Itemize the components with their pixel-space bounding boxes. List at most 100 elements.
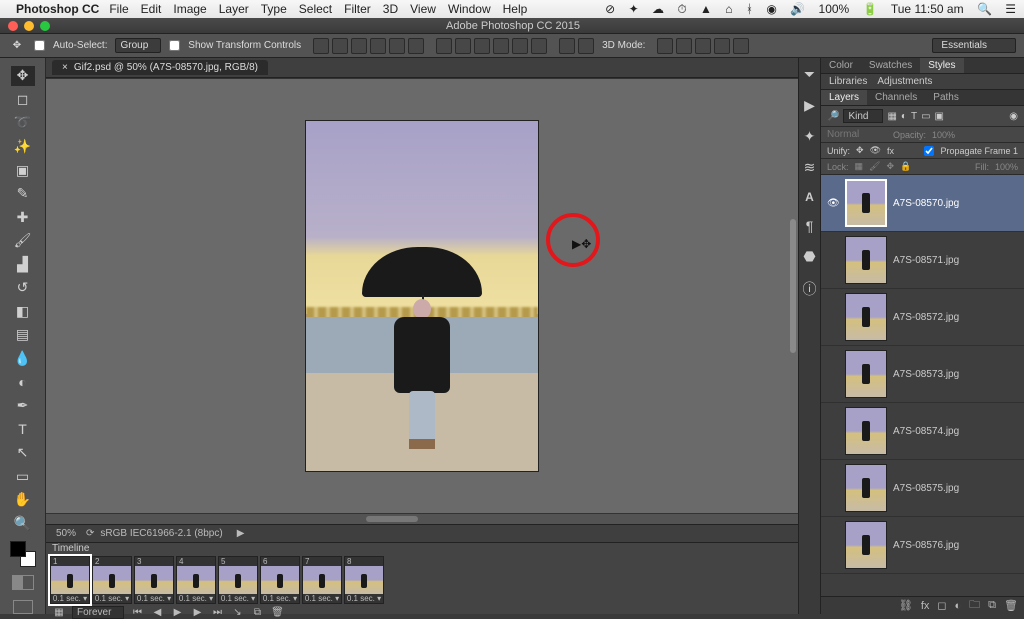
eyedropper-tool[interactable]: ✎ xyxy=(11,184,35,204)
menu-extra-icon[interactable]: ✦ xyxy=(629,2,639,16)
timeline-frame[interactable]: 30.1 sec. ▾ xyxy=(134,556,174,604)
first-frame-button[interactable]: ⏮ xyxy=(130,607,144,618)
delete-layer-icon[interactable]: 🗑 xyxy=(1004,599,1018,612)
last-frame-button[interactable]: ⏭ xyxy=(210,607,224,618)
align-button[interactable] xyxy=(313,38,329,54)
tween-button[interactable]: ↘ xyxy=(230,607,244,618)
menu-type[interactable]: Type xyxy=(261,2,287,16)
battery-percent[interactable]: 100% xyxy=(819,2,850,16)
volume-icon[interactable]: 🔊 xyxy=(790,2,805,16)
fullscreen-window-button[interactable] xyxy=(40,21,50,31)
fg-bg-color[interactable] xyxy=(10,541,36,566)
unify-position-icon[interactable]: ✥ xyxy=(856,145,864,156)
timeline-frame[interactable]: 50.1 sec. ▾ xyxy=(218,556,258,604)
layer-row[interactable]: A7S-08573.jpg xyxy=(821,346,1024,403)
timeline-frame[interactable]: 80.1 sec. ▾ xyxy=(344,556,384,604)
new-group-icon[interactable]: 🗀 xyxy=(969,596,980,615)
align-button[interactable] xyxy=(351,38,367,54)
dodge-tool[interactable]: ◐ xyxy=(11,372,35,392)
menu-image[interactable]: Image xyxy=(173,2,206,16)
bluetooth-icon[interactable]: ᚼ xyxy=(746,2,753,16)
stamp-tool[interactable]: ▟ xyxy=(11,255,35,275)
timeline-convert-icon[interactable]: ▦ xyxy=(52,607,66,618)
show-transform-checkbox[interactable] xyxy=(169,40,180,51)
info-panel-icon[interactable]: ⓘ xyxy=(803,279,817,299)
screen-mode-toggle[interactable] xyxy=(13,600,33,614)
auto-select-mode-dropdown[interactable]: Group xyxy=(115,38,161,53)
next-frame-button[interactable]: ▶ xyxy=(190,607,204,618)
distribute-button[interactable] xyxy=(436,38,452,54)
align-button[interactable] xyxy=(370,38,386,54)
horizontal-scrollbar[interactable] xyxy=(46,514,798,524)
new-layer-icon[interactable]: ⧉ xyxy=(988,599,996,612)
move-tool[interactable]: ✥ xyxy=(11,66,35,86)
filter-type-icon[interactable]: T xyxy=(911,111,917,122)
close-window-button[interactable] xyxy=(8,21,18,31)
minimize-window-button[interactable] xyxy=(24,21,34,31)
tab-adjustments[interactable]: Adjustments xyxy=(877,76,932,87)
timeline-frame[interactable]: 70.1 sec. ▾ xyxy=(302,556,342,604)
align-button[interactable] xyxy=(332,38,348,54)
distribute-button[interactable] xyxy=(474,38,490,54)
filter-kind-dropdown[interactable]: Kind xyxy=(843,109,883,123)
move-tool-icon[interactable]: ✥ xyxy=(8,37,26,55)
unify-style-icon[interactable]: fx xyxy=(887,146,894,156)
prev-frame-button[interactable]: ◀ xyxy=(150,607,164,618)
menu-extra-icon[interactable]: ▲ xyxy=(700,2,712,16)
tab-channels[interactable]: Channels xyxy=(867,90,925,105)
paragraph-panel-icon[interactable]: ¶ xyxy=(806,218,814,234)
layer-row[interactable]: A7S-08575.jpg xyxy=(821,460,1024,517)
blend-mode-dropdown[interactable]: Normal xyxy=(827,129,887,140)
layer-thumbnail[interactable] xyxy=(845,407,887,455)
menu-filter[interactable]: Filter xyxy=(344,2,371,16)
clock[interactable]: Tue 11:50 am xyxy=(891,2,964,16)
zoom-tool[interactable]: 🔍 xyxy=(11,514,35,534)
align-button[interactable] xyxy=(389,38,405,54)
layer-row[interactable]: A7S-08576.jpg xyxy=(821,517,1024,574)
propagate-frame-checkbox[interactable] xyxy=(924,146,934,156)
menu-edit[interactable]: Edit xyxy=(141,2,162,16)
tab-swatches[interactable]: Swatches xyxy=(861,58,920,73)
status-flyout[interactable]: ▶ xyxy=(237,528,245,539)
menu-extra-icon[interactable]: ☁ xyxy=(652,2,664,16)
layer-thumbnail[interactable] xyxy=(845,179,887,227)
opacity-value[interactable]: 100% xyxy=(932,130,955,140)
eraser-tool[interactable]: ◧ xyxy=(11,302,35,322)
blur-tool[interactable]: 💧 xyxy=(11,349,35,369)
unify-visibility-icon[interactable]: 👁 xyxy=(870,145,881,156)
layers-list[interactable]: 👁A7S-08570.jpgA7S-08571.jpgA7S-08572.jpg… xyxy=(821,175,1024,596)
layer-row[interactable]: A7S-08574.jpg xyxy=(821,403,1024,460)
link-layers-icon[interactable]: ⛓ xyxy=(899,599,913,612)
3d-button[interactable] xyxy=(714,38,730,54)
tab-color[interactable]: Color xyxy=(821,58,861,73)
layer-mask-icon[interactable]: ◻ xyxy=(937,599,946,612)
tab-styles[interactable]: Styles xyxy=(920,58,963,73)
new-fill-icon[interactable]: ◐ xyxy=(955,600,962,612)
layer-thumbnail[interactable] xyxy=(845,350,887,398)
play-button[interactable]: ▶ xyxy=(170,607,184,618)
marquee-tool[interactable]: ◻ xyxy=(11,90,35,110)
menu-view[interactable]: View xyxy=(410,2,436,16)
distribute-button[interactable] xyxy=(493,38,509,54)
spotlight-icon[interactable]: 🔍 xyxy=(977,2,992,16)
document-tab[interactable]: × Gif2.psd @ 50% (A7S-08570.jpg, RGB/8) xyxy=(52,60,268,75)
3d-button[interactable] xyxy=(657,38,673,54)
auto-select-checkbox[interactable] xyxy=(34,40,45,51)
filter-pixel-icon[interactable]: ▦ xyxy=(887,111,896,122)
distribute-button[interactable] xyxy=(531,38,547,54)
timeline-frame[interactable]: 20.1 sec. ▾ xyxy=(92,556,132,604)
filter-toggle[interactable]: ◉ xyxy=(1009,111,1018,122)
menu-file[interactable]: File xyxy=(109,2,128,16)
lock-all-icon[interactable]: 🔒 xyxy=(900,161,911,172)
menu-extra-icon[interactable]: ⏱ xyxy=(677,2,686,16)
distribute-button[interactable] xyxy=(512,38,528,54)
zoom-level[interactable]: 50% xyxy=(56,528,76,539)
shape-tool[interactable]: ▭ xyxy=(11,467,35,487)
fill-value[interactable]: 100% xyxy=(995,162,1018,172)
filter-search-icon[interactable]: 🔎 xyxy=(827,111,839,122)
crop-tool[interactable]: ▣ xyxy=(11,160,35,180)
menu-3d[interactable]: 3D xyxy=(383,2,398,16)
history-panel-icon[interactable]: ⏷ xyxy=(804,66,815,83)
menu-layer[interactable]: Layer xyxy=(219,2,249,16)
app-name[interactable]: Photoshop CC xyxy=(16,2,99,16)
